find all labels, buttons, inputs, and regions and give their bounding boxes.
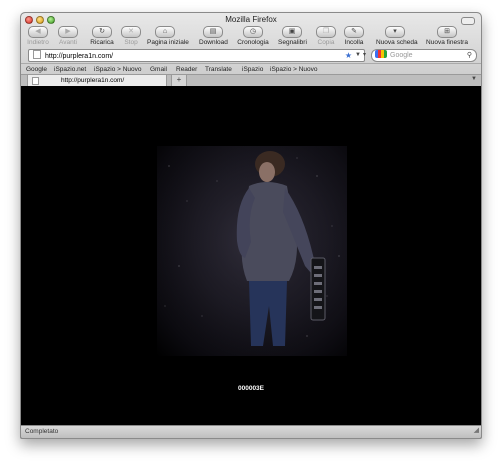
download-button[interactable]: ▤ Download: [199, 26, 228, 46]
paste-label: Incolla: [344, 39, 364, 46]
reload-button[interactable]: ↻ Ricarica: [89, 26, 115, 46]
copy-label: Copia: [317, 39, 335, 46]
search-placeholder[interactable]: Google: [390, 52, 413, 59]
bookmarks-icon: ▣: [282, 26, 302, 38]
forward-arrow-icon: ▶: [58, 26, 78, 38]
title-bar: Mozilla Firefox: [21, 13, 481, 27]
window-title: Mozilla Firefox: [225, 15, 277, 24]
google-logo-icon[interactable]: [375, 50, 387, 58]
forward-label: Avanti: [59, 39, 77, 46]
search-box[interactable]: Google ⚲: [371, 49, 477, 62]
home-icon: ⌂: [155, 26, 175, 38]
stop-label: Stop: [124, 39, 138, 46]
toolbar-toggle-button[interactable]: [461, 17, 475, 25]
back-arrow-icon: ◀: [28, 26, 48, 38]
copy-icon: ❐: [316, 26, 336, 38]
new-window-label: Nuova finestra: [426, 39, 468, 46]
copy-button[interactable]: ❐ Copia: [316, 26, 336, 46]
reload-icon: ↻: [92, 26, 112, 38]
home-button[interactable]: ⌂ Pagina iniziale: [147, 26, 189, 46]
history-button[interactable]: ◷ Cronologia: [237, 26, 269, 46]
url-row: http://purplera1n.com/ ★ ▼ ▾ Google ⚲: [21, 49, 481, 62]
search-icon[interactable]: ⚲: [467, 50, 472, 61]
reload-label: Ricarica: [90, 39, 114, 46]
bookmark-star-icon[interactable]: ★: [345, 50, 352, 61]
new-window-icon: ⊞: [437, 26, 457, 38]
browser-chrome: Mozilla Firefox ◀ Indietro ▶ Avanti ↻ Ri…: [21, 13, 481, 87]
bookmarks-label: Segnalibri: [278, 39, 307, 46]
address-url[interactable]: http://purplera1n.com/: [45, 53, 113, 60]
navigation-toolbar: ◀ Indietro ▶ Avanti ↻ Ricarica ✕ Stop ⌂ …: [21, 26, 481, 48]
bookmarks-button[interactable]: ▣ Segnalibri: [278, 26, 307, 46]
paste-icon: ✎: [344, 26, 364, 38]
history-icon: ◷: [243, 26, 263, 38]
history-label: Cronologia: [237, 39, 269, 46]
new-tab-label: Nuova scheda: [376, 39, 418, 46]
resize-grip-icon[interactable]: ◢: [474, 425, 479, 437]
back-label: Indietro: [27, 39, 49, 46]
address-bar[interactable]: http://purplera1n.com/ ★ ▼: [28, 49, 365, 62]
home-label: Pagina iniziale: [147, 39, 189, 46]
history-dropdown-icon[interactable]: ▼: [355, 50, 361, 61]
status-text: Completato: [25, 428, 59, 435]
paste-button[interactable]: ✎ Incolla: [342, 26, 366, 46]
person-photo-illustration: [157, 146, 347, 356]
browser-window: Mozilla Firefox ◀ Indietro ▶ Avanti ↻ Ri…: [20, 12, 482, 439]
search-engine-dropdown-icon[interactable]: ▾: [363, 49, 366, 61]
new-tab-button[interactable]: ▾ Nuova scheda: [376, 26, 418, 46]
new-tab-icon: ▾: [385, 26, 405, 38]
status-bar: Completato ◢: [21, 425, 481, 438]
stop-button[interactable]: ✕ Stop: [121, 26, 141, 46]
tab-title: http://purplera1n.com/: [61, 77, 125, 84]
tab-favicon-icon: [32, 77, 39, 85]
back-button[interactable]: ◀ Indietro: [25, 26, 51, 46]
page-content: 000003E: [21, 86, 481, 426]
download-icon: ▤: [203, 26, 223, 38]
minimize-window-button[interactable]: [36, 16, 44, 24]
stop-icon: ✕: [121, 26, 141, 38]
tab-list-icon[interactable]: ▼: [471, 76, 477, 82]
new-window-button[interactable]: ⊞ Nuova finestra: [426, 26, 468, 46]
zoom-window-button[interactable]: [47, 16, 55, 24]
hero-photo: [157, 146, 347, 356]
close-window-button[interactable]: [25, 16, 33, 24]
download-label: Download: [199, 39, 228, 46]
forward-button[interactable]: ▶ Avanti: [55, 26, 81, 46]
site-favicon-icon: [33, 50, 41, 59]
page-caption: 000003E: [237, 385, 265, 392]
